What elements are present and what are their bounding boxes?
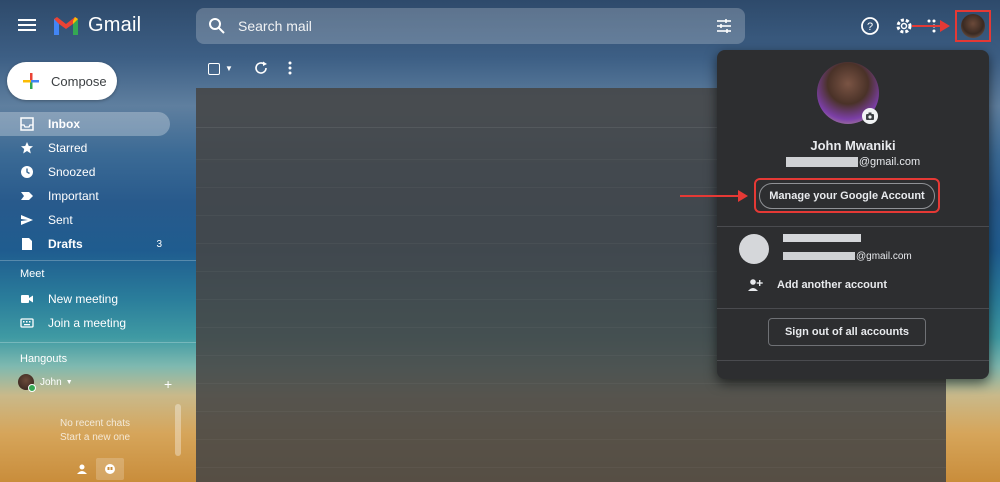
meet-item-label: New meeting	[48, 292, 119, 306]
scrollbar[interactable]	[175, 404, 181, 456]
redacted-block	[785, 157, 858, 168]
other-account-item[interactable]: @gmail.com	[739, 234, 912, 264]
hangouts-user[interactable]: John ▼	[18, 374, 73, 392]
add-hangout-icon[interactable]: +	[164, 376, 172, 392]
sidebar-item-label: Important	[48, 189, 99, 203]
hangouts-user-name: John	[40, 376, 62, 388]
compose-button[interactable]: Compose	[7, 62, 117, 100]
sidebar-item-sent[interactable]: Sent	[0, 208, 170, 232]
meet-new-meeting[interactable]: New meeting	[0, 287, 170, 311]
divider	[717, 308, 989, 309]
sidebar-item-inbox[interactable]: Inbox	[0, 112, 170, 136]
manage-google-account-button[interactable]: Manage your Google Account	[759, 182, 935, 209]
account-avatar-button[interactable]	[955, 10, 991, 42]
table-row	[196, 384, 946, 412]
gmail-m-icon	[54, 16, 78, 35]
sign-out-all-button[interactable]: Sign out of all accounts	[768, 318, 926, 346]
gmail-logo[interactable]: Gmail	[52, 14, 141, 37]
drafts-count: 3	[156, 238, 162, 250]
sidebar-item-label: Drafts	[48, 237, 83, 251]
hangouts-icon[interactable]	[96, 458, 124, 480]
search-input[interactable]	[238, 8, 698, 44]
account-name: John Mwaniki	[810, 138, 896, 153]
divider	[0, 260, 196, 261]
add-person-icon	[748, 279, 763, 291]
sidebar-item-important[interactable]: Important	[0, 184, 170, 208]
redacted-block	[783, 252, 855, 261]
hangouts-bottom-bar	[68, 458, 124, 480]
send-icon	[21, 215, 33, 225]
sidebar-item-label: Starred	[48, 141, 88, 155]
important-icon	[21, 192, 33, 200]
sidebar-item-label: Inbox	[48, 117, 80, 131]
table-row	[196, 412, 946, 440]
keyboard-icon	[20, 318, 34, 328]
avatar	[739, 234, 769, 264]
manage-account-highlight: Manage your Google Account	[754, 178, 940, 213]
avatar	[961, 14, 985, 38]
select-all-checkbox[interactable]	[208, 63, 220, 75]
redacted-block	[783, 234, 861, 242]
top-bar: Gmail ?	[0, 0, 1000, 52]
app-name: Gmail	[88, 14, 142, 36]
hangouts-section-title: Hangouts	[20, 353, 68, 365]
start-new-chat-link[interactable]: Start a new one	[0, 432, 190, 443]
select-caret-icon[interactable]: ▼	[225, 64, 233, 73]
add-another-account-button[interactable]: Add another account	[747, 278, 887, 292]
star-icon	[21, 142, 33, 154]
search-icon[interactable]	[208, 17, 226, 35]
compose-label: Compose	[51, 73, 107, 89]
sidebar: Compose Inbox Starred Snoozed Important …	[0, 52, 196, 482]
contacts-icon[interactable]	[68, 458, 96, 480]
camera-icon[interactable]	[862, 108, 878, 124]
plus-icon	[23, 73, 39, 89]
draft-icon	[22, 238, 32, 250]
account-email: @gmail.com	[717, 156, 989, 168]
sidebar-item-snoozed[interactable]: Snoozed	[0, 160, 170, 184]
divider	[717, 226, 989, 227]
divider	[0, 342, 196, 343]
more-vert-icon[interactable]	[288, 60, 292, 76]
annotation-arrow-avatar	[912, 20, 950, 32]
add-account-label: Add another account	[777, 279, 888, 291]
main-menu-icon[interactable]	[18, 16, 36, 34]
clock-icon	[21, 166, 33, 178]
refresh-icon[interactable]	[254, 61, 268, 75]
search-options-icon[interactable]	[715, 17, 733, 35]
search-bar[interactable]	[196, 8, 745, 44]
settings-gear-icon[interactable]	[894, 16, 914, 36]
table-row	[196, 440, 946, 468]
inbox-icon	[20, 117, 34, 131]
help-icon[interactable]: ?	[860, 16, 880, 36]
mail-toolbar: ▼	[196, 52, 716, 86]
svg-text:?: ?	[867, 21, 873, 33]
sidebar-item-label: Snoozed	[48, 165, 96, 179]
divider	[717, 360, 989, 361]
video-icon	[21, 295, 33, 303]
meet-join-meeting[interactable]: Join a meeting	[0, 311, 170, 335]
sidebar-item-starred[interactable]: Starred	[0, 136, 170, 160]
account-panel: John Mwaniki @gmail.com Manage your Goog…	[717, 50, 989, 379]
sidebar-item-label: Sent	[48, 213, 73, 227]
meet-item-label: Join a meeting	[48, 316, 127, 330]
no-recent-chats: No recent chats	[59, 418, 131, 429]
avatar	[18, 374, 36, 392]
annotation-arrow-manage	[680, 190, 748, 202]
other-account-email: @gmail.com	[783, 251, 912, 262]
meet-section-title: Meet	[20, 268, 45, 280]
sidebar-item-drafts[interactable]: Drafts 3	[0, 232, 170, 256]
chevron-down-icon: ▼	[65, 378, 73, 386]
